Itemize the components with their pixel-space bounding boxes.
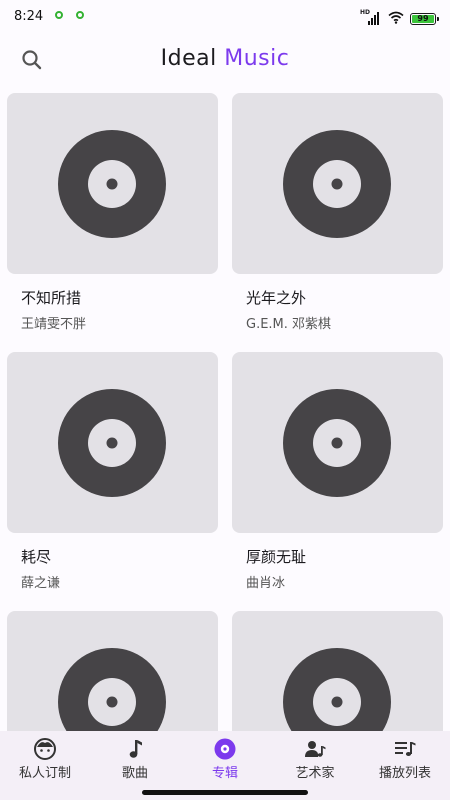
face-icon	[34, 738, 56, 760]
album-disc-icon	[214, 738, 236, 760]
album-cover[interactable]	[232, 611, 443, 731]
album-cover[interactable]	[7, 352, 218, 533]
vinyl-record-icon	[283, 389, 391, 497]
album-card[interactable]: 光年之外 G.E.M. 邓紫棋	[232, 93, 443, 332]
vinyl-record-icon	[58, 389, 166, 497]
nav-item-songs[interactable]: 歌曲	[90, 731, 180, 789]
nav-label: 专辑	[211, 766, 238, 781]
album-cover[interactable]	[7, 93, 218, 274]
app-title-music: Music	[224, 46, 290, 71]
album-cover[interactable]	[232, 352, 443, 533]
album-artist: 王靖雯不胖	[21, 317, 87, 332]
album-card[interactable]: 耗尽 薛之谦	[7, 352, 218, 591]
battery-level: 99	[417, 13, 429, 23]
album-artist: G.E.M. 邓紫棋	[246, 317, 332, 332]
signal-icon: HD	[360, 9, 382, 26]
album-card[interactable]	[232, 611, 443, 731]
app-title-ideal: Ideal	[160, 46, 217, 71]
artist-icon	[305, 741, 326, 757]
nav-item-personal[interactable]: 私人订制	[0, 731, 90, 789]
home-indicator[interactable]	[142, 790, 308, 795]
nav-label: 歌曲	[121, 766, 148, 781]
nav-item-albums[interactable]: 专辑	[180, 731, 270, 789]
nav-label: 播放列表	[378, 766, 431, 781]
album-title: 耗尽	[21, 548, 52, 566]
album-artist: 薛之谦	[21, 576, 61, 591]
battery-icon: 99	[410, 12, 439, 25]
vinyl-record-icon	[58, 130, 166, 238]
nav-label: 艺术家	[295, 766, 335, 781]
album-title: 厚颜无耻	[246, 548, 307, 566]
nav-item-artists[interactable]: 艺术家	[270, 731, 360, 789]
status-time: 8:24	[14, 9, 44, 24]
album-title: 不知所措	[21, 289, 82, 307]
playlist-icon	[395, 742, 416, 756]
album-card[interactable]: 不知所措 王靖雯不胖	[7, 93, 218, 332]
album-grid: 不知所措 王靖雯不胖 光年之外 G.E.M. 邓紫棋 耗尽 薛之谦 厚颜无耻 曲…	[0, 91, 450, 731]
album-cover[interactable]	[7, 611, 218, 731]
nav-item-playlist[interactable]: 播放列表	[360, 731, 450, 789]
app-header: Ideal Music	[0, 38, 450, 82]
notification-dot-icon	[76, 11, 84, 19]
status-icons: HD 99	[360, 9, 439, 28]
album-title: 光年之外	[246, 289, 307, 307]
notification-dot-icon	[55, 11, 63, 19]
status-bar: 8:24 HD 99	[0, 0, 450, 34]
album-artist: 曲肖冰	[246, 576, 286, 591]
music-note-icon	[129, 740, 142, 758]
album-card[interactable]	[7, 611, 218, 731]
vinyl-record-icon	[58, 648, 166, 731]
vinyl-record-icon	[283, 648, 391, 731]
app-title: Ideal Music	[0, 46, 450, 71]
album-card[interactable]: 厚颜无耻 曲肖冰	[232, 352, 443, 591]
vinyl-record-icon	[283, 130, 391, 238]
wifi-icon	[388, 9, 404, 28]
nav-label: 私人订制	[18, 766, 71, 781]
album-cover[interactable]	[232, 93, 443, 274]
